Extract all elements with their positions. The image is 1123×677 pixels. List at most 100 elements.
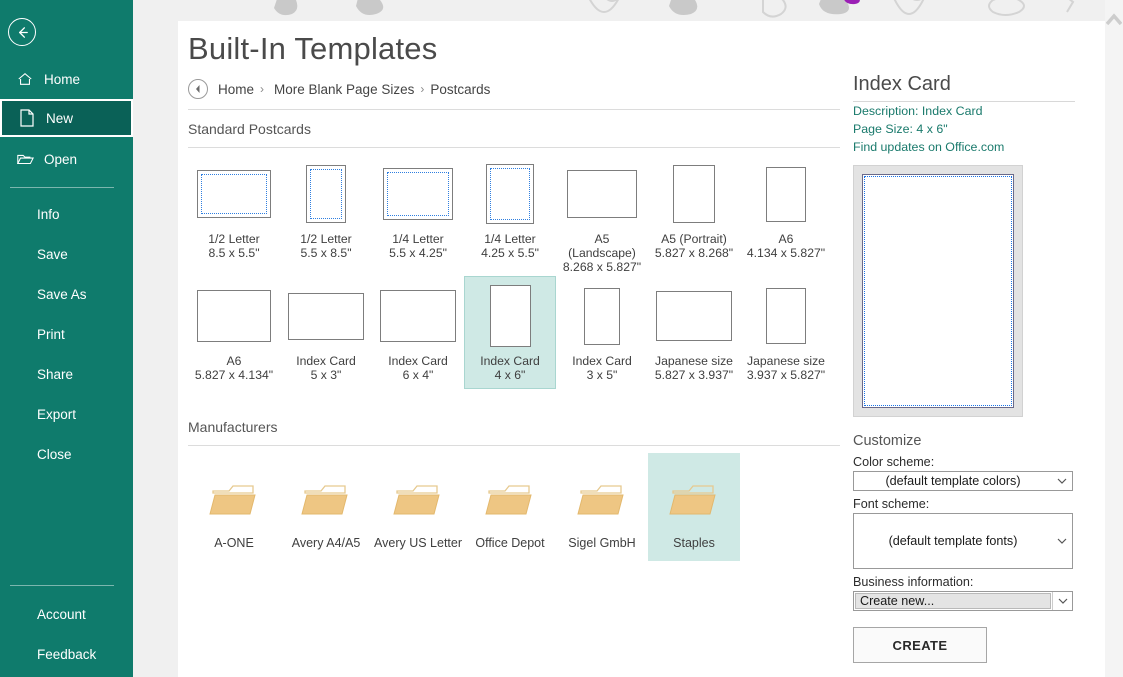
sidebar-item-export[interactable]: Export <box>0 398 133 430</box>
sidebar-item-account[interactable]: Account <box>0 598 133 630</box>
folder-icon <box>485 485 532 515</box>
business-information-dropdown[interactable]: Create new... <box>853 591 1073 611</box>
back-button[interactable] <box>8 18 36 46</box>
sidebar-item-label: Info <box>37 206 60 222</box>
manufacturer-label: Avery US Letter <box>374 536 463 550</box>
template-cell[interactable]: A5 (Landscape) 8.268 x 5.827" <box>556 154 648 281</box>
sidebar-item-label: Close <box>37 446 72 462</box>
manufacturer-cell[interactable]: Staples <box>648 453 740 561</box>
folder-icon <box>301 481 351 526</box>
template-dimensions: 5.827 x 3.937" <box>654 368 734 382</box>
template-label: Index Card <box>296 354 356 368</box>
template-cell[interactable]: A6 5.827 x 4.134" <box>188 276 280 389</box>
template-info-panel: Index Card Description: Index Card Page … <box>853 73 1093 663</box>
sidebar-item-open[interactable]: Open <box>0 140 133 178</box>
template-grid-row-2: A6 5.827 x 4.134" Index Card 5 x 3" Index Ca… <box>188 276 832 389</box>
template-cell[interactable]: Index Card 6 x 4" <box>372 276 464 389</box>
template-label: A5 (Portrait) <box>661 232 727 246</box>
template-cell[interactable]: Index Card 3 x 5" <box>556 276 648 389</box>
template-label: 1/4 Letter <box>484 232 536 246</box>
template-thumbnail-wrap <box>486 163 534 225</box>
sidebar-item-close[interactable]: Close <box>0 438 133 470</box>
info-panel-title: Index Card <box>853 73 951 95</box>
sidebar-item-save[interactable]: Save <box>0 238 133 270</box>
sidebar-item-save-as[interactable]: Save As <box>0 278 133 310</box>
page-thumbnail-icon <box>288 292 364 340</box>
template-cell[interactable]: 1/2 Letter 8.5 x 5.5" <box>188 154 280 281</box>
manufacturer-cell[interactable]: Sigel GmbH <box>556 453 648 561</box>
scroll-up-button[interactable] <box>1105 0 1123 38</box>
section-heading-manufacturers: Manufacturers <box>188 419 278 435</box>
template-dimensions: 3 x 5" <box>586 368 618 382</box>
breadcrumb-back-icon[interactable] <box>188 79 208 99</box>
breadcrumb-item-more-blank-page-sizes[interactable]: More Blank Page Sizes <box>274 82 414 97</box>
folder-icon <box>301 485 348 515</box>
page-thumbnail-icon <box>380 290 456 342</box>
sidebar-item-print[interactable]: Print <box>0 318 133 350</box>
sidebar-item-new[interactable]: New <box>0 99 133 137</box>
new-document-icon <box>14 109 40 127</box>
create-button[interactable]: CREATE <box>853 627 987 663</box>
page-thumbnail-icon <box>197 170 271 218</box>
folder-icon <box>669 481 719 526</box>
sidebar-divider-bottom <box>10 585 114 586</box>
page-thumbnail-icon <box>486 164 534 224</box>
template-thumbnail-wrap <box>380 285 456 347</box>
template-cell[interactable]: Index Card 4 x 6" <box>464 276 556 389</box>
template-dimensions: 5.5 x 4.25" <box>389 246 447 260</box>
manufacturers-rule <box>188 445 840 446</box>
template-cell[interactable]: Index Card 5 x 3" <box>280 276 372 389</box>
template-dimensions: 4.25 x 5.5" <box>481 246 539 260</box>
breadcrumb-item-home[interactable]: Home <box>218 82 254 97</box>
sidebar-item-home[interactable]: Home <box>0 60 133 98</box>
sidebar-item-info[interactable]: Info <box>0 198 133 230</box>
font-scheme-dropdown[interactable]: (default template fonts) <box>853 513 1073 569</box>
sidebar-divider-top <box>10 187 114 188</box>
folder-icon <box>577 485 624 515</box>
breadcrumb-separator: › <box>420 82 425 96</box>
page-thumbnail-icon <box>584 287 620 345</box>
template-thumbnail-wrap <box>766 163 806 225</box>
preview-page-with-margin-guides <box>862 174 1014 408</box>
template-thumbnail-wrap <box>197 285 271 347</box>
sidebar-item-feedback[interactable]: Feedback <box>0 638 133 670</box>
manufacturer-cell[interactable]: Avery US Letter <box>372 453 464 561</box>
template-dimensions: 8.268 x 5.827" <box>562 260 642 274</box>
template-label: Index Card <box>572 354 632 368</box>
template-cell[interactable]: 1/4 Letter 5.5 x 4.25" <box>372 154 464 281</box>
sidebar-item-share[interactable]: Share <box>0 358 133 390</box>
template-thumbnail-wrap <box>766 285 806 347</box>
template-cell[interactable]: A6 4.134 x 5.827" <box>740 154 832 281</box>
template-cell[interactable]: 1/4 Letter 4.25 x 5.5" <box>464 154 556 281</box>
template-cell[interactable]: A5 (Portrait) 5.827 x 8.268" <box>648 154 740 281</box>
template-cell[interactable]: 1/2 Letter 5.5 x 8.5" <box>280 154 372 281</box>
vertical-scrollbar[interactable] <box>1105 0 1123 677</box>
template-thumbnail-wrap <box>673 163 715 225</box>
page-thumbnail-icon <box>489 285 531 347</box>
section-heading-standard-postcards: Standard Postcards <box>188 121 311 137</box>
info-description: Description: Index Card <box>853 104 983 118</box>
template-cell[interactable]: Japanese size 3.937 x 5.827" <box>740 276 832 389</box>
main-content-pane: Built-In Templates Home › More Blank Pag… <box>178 21 1105 677</box>
folder-icon <box>669 485 716 515</box>
breadcrumb-separator: › <box>260 82 265 96</box>
manufacturer-cell[interactable]: A-ONE <box>188 453 280 561</box>
template-label: 1/4 Letter <box>392 232 444 246</box>
page-thumbnail-icon <box>383 168 453 220</box>
backstage-sidebar: Home New Open Info Save Save As Print Sh… <box>0 0 133 677</box>
chevron-down-icon <box>1052 478 1072 485</box>
template-dimensions: 5.827 x 8.268" <box>654 246 734 260</box>
folder-icon <box>209 481 259 526</box>
page-thumbnail-icon <box>766 288 806 344</box>
template-cell[interactable]: Japanese size 5.827 x 3.937" <box>648 276 740 389</box>
business-information-label: Business information: <box>853 575 974 589</box>
business-information-field[interactable]: Create new... <box>855 593 1051 609</box>
color-scheme-label: Color scheme: <box>853 455 935 469</box>
template-label: Japanese size <box>655 354 733 368</box>
manufacturer-cell[interactable]: Office Depot <box>464 453 556 561</box>
manufacturer-cell[interactable]: Avery A4/A5 <box>280 453 372 561</box>
color-scheme-dropdown[interactable]: (default template colors) <box>853 471 1073 491</box>
folder-icon <box>393 481 443 526</box>
office-updates-link[interactable]: Find updates on Office.com <box>853 139 1093 156</box>
business-information-value: Create new... <box>860 594 935 608</box>
